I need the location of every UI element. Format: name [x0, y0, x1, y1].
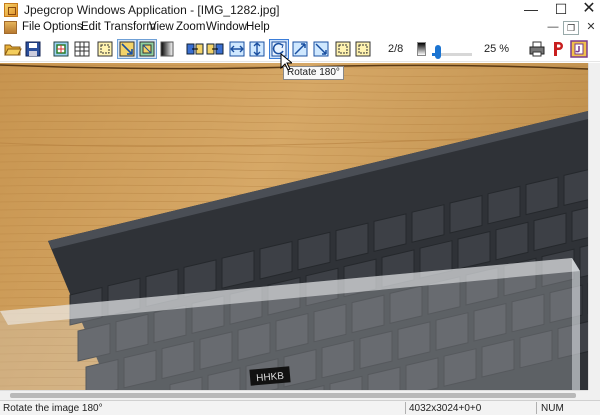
- toolbar: 2/8 25 %: [0, 36, 600, 62]
- horizontal-scroll-thumb[interactable]: [10, 393, 576, 398]
- status-message: Rotate the image 180°: [3, 403, 103, 414]
- menu-edit[interactable]: Edit: [81, 21, 101, 33]
- fit-alt-icon[interactable]: [137, 39, 157, 59]
- marquee-icon[interactable]: [334, 40, 352, 58]
- about-icon[interactable]: [570, 40, 588, 58]
- p-letter-icon[interactable]: [549, 40, 567, 58]
- status-num-lock: NUM: [541, 403, 564, 414]
- fit-icon[interactable]: [117, 39, 137, 59]
- menu-window[interactable]: Window: [206, 21, 247, 33]
- flip-vertical-icon[interactable]: [248, 40, 266, 58]
- menu-view[interactable]: View: [149, 21, 174, 33]
- select-icon[interactable]: [96, 40, 114, 58]
- status-divider: [405, 402, 406, 414]
- close-button[interactable]: ✕: [566, 0, 600, 20]
- tooltip: Rotate 180°: [283, 66, 344, 80]
- crop-icon[interactable]: [52, 40, 70, 58]
- title-bar: Jpegcrop Windows Application - [IMG_1282…: [0, 0, 600, 20]
- photo-image: HHKB: [0, 63, 588, 390]
- zoom-gradient-icon: [417, 42, 426, 56]
- status-dimensions: 4032x3024+0+0: [409, 403, 482, 414]
- save-icon[interactable]: [24, 40, 42, 58]
- print-icon[interactable]: [528, 40, 546, 58]
- menu-file[interactable]: File: [22, 21, 41, 33]
- zoom-slider-thumb[interactable]: [435, 45, 442, 59]
- horizontal-scrollbar[interactable]: [0, 390, 588, 400]
- menu-bar: File Options Edit Transform View Zoom Wi…: [0, 20, 600, 35]
- transform-alt-icon[interactable]: [206, 40, 224, 58]
- menu-help[interactable]: Help: [246, 21, 270, 33]
- menu-zoom[interactable]: Zoom: [176, 21, 205, 33]
- open-folder-icon[interactable]: [4, 40, 22, 58]
- child-restore-button[interactable]: ❐: [563, 21, 579, 35]
- document-icon[interactable]: [4, 21, 17, 34]
- child-close-button[interactable]: ✕: [583, 20, 599, 35]
- zoom-label: 25 %: [484, 43, 510, 55]
- rotate-90-icon[interactable]: [291, 40, 309, 58]
- window-title: Jpegcrop Windows Application - [IMG_1282…: [24, 3, 280, 17]
- vertical-scrollbar[interactable]: [588, 63, 600, 390]
- page-indicator: 2/8: [388, 43, 404, 55]
- flip-horizontal-icon[interactable]: [228, 40, 246, 58]
- status-divider: [536, 402, 537, 414]
- status-bar: Rotate the image 180° 4032x3024+0+0 NUM: [0, 400, 600, 415]
- gradient-icon[interactable]: [158, 40, 176, 58]
- app-icon[interactable]: [4, 3, 18, 17]
- image-canvas[interactable]: HHKB: [0, 63, 588, 390]
- menu-options[interactable]: Options: [43, 21, 83, 33]
- child-minimize-button[interactable]: —: [545, 20, 561, 35]
- marquee-alt-icon[interactable]: [354, 40, 372, 58]
- transpose-icon[interactable]: [312, 40, 330, 58]
- mouse-cursor-icon: [280, 53, 292, 71]
- grid-icon[interactable]: [73, 40, 91, 58]
- scroll-corner: [588, 390, 600, 400]
- transform-icon[interactable]: [186, 40, 204, 58]
